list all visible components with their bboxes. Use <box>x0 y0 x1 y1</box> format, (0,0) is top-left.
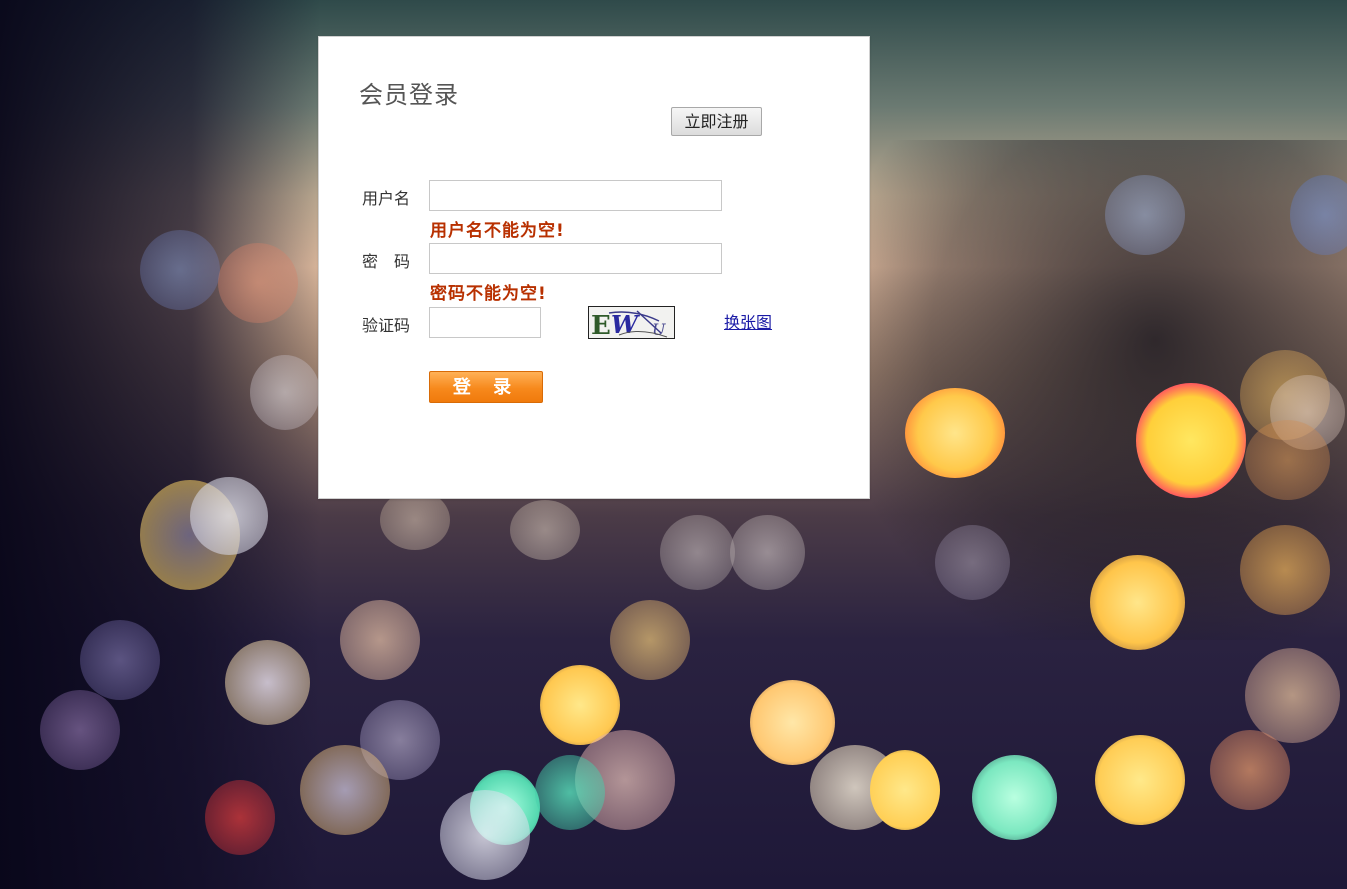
bokeh-light <box>40 690 120 770</box>
captcha-image[interactable]: E W U <box>588 306 675 339</box>
bokeh-light <box>205 780 275 855</box>
refresh-captcha-link[interactable]: 换张图 <box>724 309 772 333</box>
login-panel: 会员登录 立即注册 用户名 用户名不能为空! 密 码 密码不能为空! 验证码 E… <box>318 36 870 499</box>
svg-text:W: W <box>611 310 640 339</box>
username-label: 用户名 <box>362 189 411 208</box>
bokeh-light <box>1136 383 1246 498</box>
bokeh-light <box>140 230 220 310</box>
bokeh-light <box>1245 420 1330 500</box>
bokeh-light <box>610 600 690 680</box>
bokeh-light <box>1090 555 1185 650</box>
password-error: 密码不能为空! <box>430 284 547 304</box>
bokeh-light <box>190 477 268 555</box>
bokeh-light <box>750 680 835 765</box>
bokeh-light <box>250 355 320 430</box>
bokeh-light <box>905 388 1005 478</box>
svg-text:E: E <box>591 311 611 339</box>
bokeh-light <box>730 515 805 590</box>
register-button[interactable]: 立即注册 <box>671 107 762 136</box>
bokeh-light <box>440 790 530 880</box>
username-error: 用户名不能为空! <box>430 221 565 241</box>
password-label: 密 码 <box>362 252 411 271</box>
bokeh-light <box>535 755 605 830</box>
username-input[interactable] <box>429 180 722 211</box>
bokeh-light <box>1245 648 1340 743</box>
bokeh-light <box>870 750 940 830</box>
bokeh-light <box>1240 525 1330 615</box>
bokeh-light <box>80 620 160 700</box>
bokeh-light <box>1105 175 1185 255</box>
bokeh-light <box>380 490 450 550</box>
captcha-glyphs: E W U <box>589 307 674 339</box>
bokeh-light <box>225 640 310 725</box>
bokeh-light <box>300 745 390 835</box>
captcha-label: 验证码 <box>362 316 411 335</box>
password-input[interactable] <box>429 243 722 274</box>
bokeh-light <box>1095 735 1185 825</box>
bokeh-light <box>972 755 1057 840</box>
bokeh-light <box>340 600 420 680</box>
bokeh-light <box>660 515 735 590</box>
background-shade-left <box>0 0 320 889</box>
page-title: 会员登录 <box>359 81 459 109</box>
bokeh-light <box>218 243 298 323</box>
captcha-input[interactable] <box>429 307 541 338</box>
login-button[interactable]: 登 录 <box>429 371 543 403</box>
bokeh-light <box>1210 730 1290 810</box>
bokeh-light <box>935 525 1010 600</box>
bokeh-light <box>510 500 580 560</box>
